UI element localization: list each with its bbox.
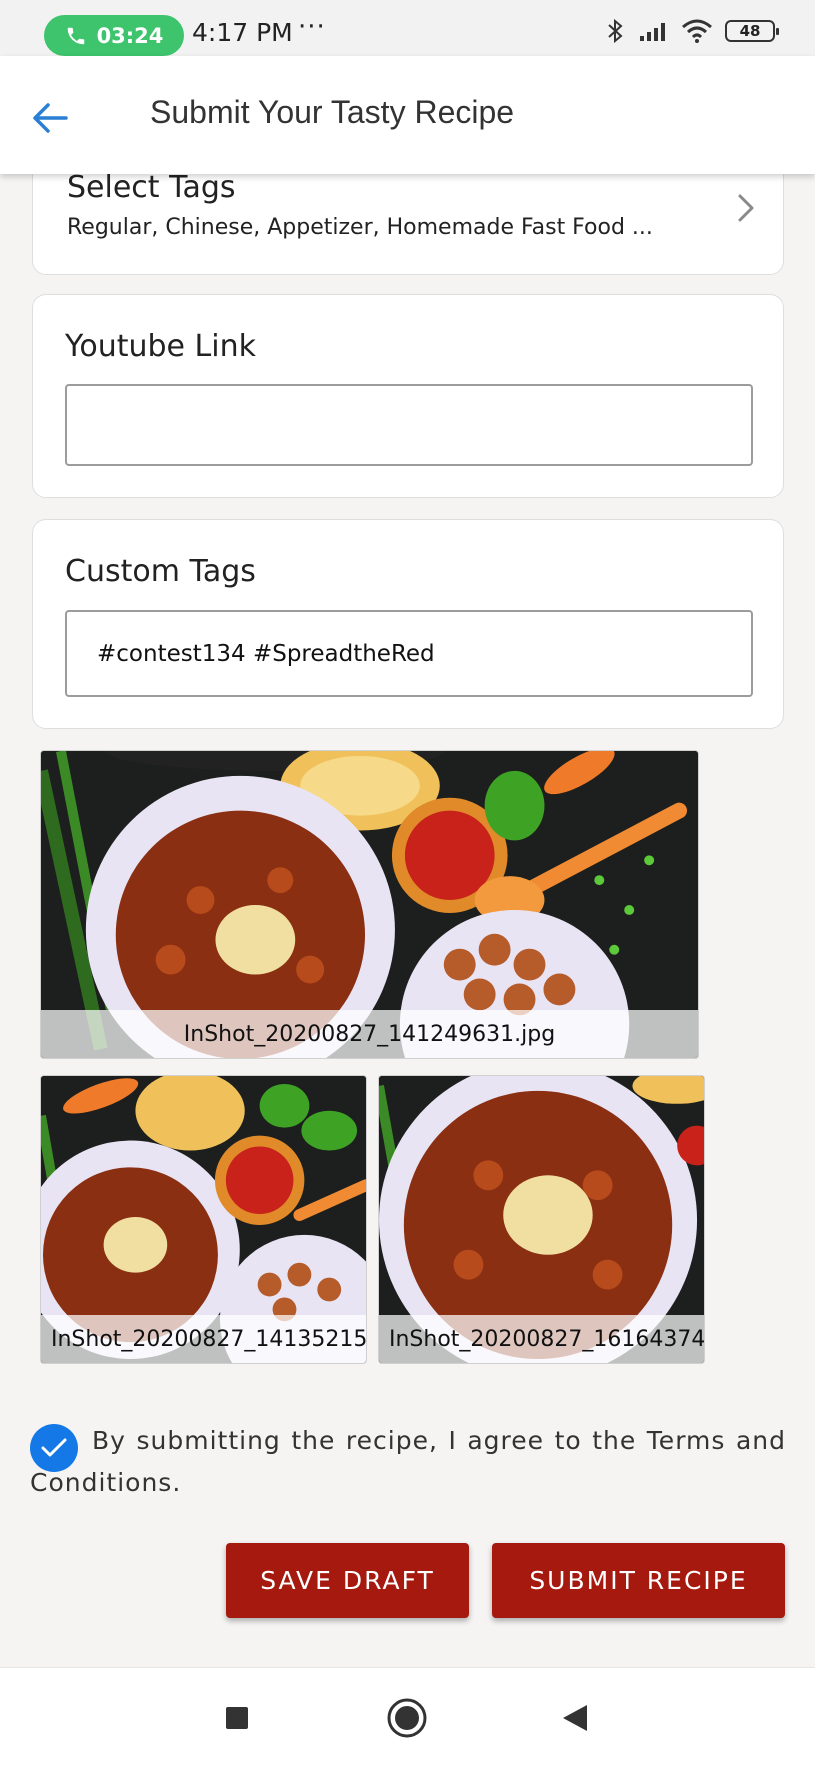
save-draft-button[interactable]: SAVE DRAFT [226, 1543, 469, 1618]
custom-tags-card: Custom Tags [32, 519, 784, 729]
status-icons: 48 [605, 18, 779, 44]
recipe-image-3[interactable]: InShot_20200827_16164374 [378, 1075, 705, 1364]
battery-icon: 48 [725, 20, 779, 42]
bluetooth-icon [608, 18, 623, 44]
triangle-back-icon [563, 1705, 587, 1731]
image-filename: InShot_20200827_14135215 [41, 1315, 366, 1363]
recipe-image-2[interactable]: InShot_20200827_14135215 [40, 1075, 367, 1364]
terms-text: By submitting the recipe, I agree to the… [30, 1426, 786, 1497]
wifi-icon [682, 19, 712, 43]
nav-back-button[interactable] [550, 1693, 600, 1743]
terms-checkbox[interactable] [30, 1424, 78, 1472]
chevron-right-icon [738, 194, 754, 222]
checkmark-icon [41, 1438, 67, 1457]
signal-icon [640, 23, 665, 41]
select-tags-title: Select Tags [67, 170, 236, 205]
back-button[interactable] [22, 90, 78, 146]
custom-tags-label: Custom Tags [65, 554, 256, 589]
app-bar: Submit Your Tasty Recipe [0, 56, 815, 174]
status-time: 4:17 PM [192, 18, 293, 47]
ongoing-call-pill[interactable]: 03:24 [44, 15, 184, 56]
call-timer: 03:24 [96, 23, 164, 48]
status-bar: 03:24 4:17 PM ··· 48 [0, 0, 815, 56]
selected-tags-value: Regular, Chinese, Appetizer, Homemade Fa… [67, 215, 653, 240]
image-filename: InShot_20200827_16164374 [379, 1315, 704, 1363]
battery-level: 48 [739, 22, 761, 40]
system-nav-bar [0, 1667, 815, 1765]
recents-button[interactable] [212, 1693, 262, 1743]
submit-recipe-button[interactable]: SUBMIT RECIPE [492, 1543, 785, 1618]
image-filename: InShot_20200827_141249631.jpg [41, 1010, 698, 1058]
home-button[interactable] [382, 1693, 432, 1743]
youtube-link-label: Youtube Link [65, 329, 256, 364]
phone-icon [67, 27, 84, 44]
circle-icon [387, 1698, 427, 1738]
custom-tags-input[interactable] [65, 610, 753, 697]
youtube-link-input[interactable] [65, 384, 753, 466]
square-icon [226, 1707, 248, 1729]
status-more-indicator: ··· [298, 12, 326, 42]
page-title: Submit Your Tasty Recipe [150, 94, 515, 130]
terms-agreement: By submitting the recipe, I agree to the… [30, 1420, 786, 1504]
youtube-link-card: Youtube Link [32, 294, 784, 498]
recipe-image-1[interactable]: InShot_20200827_141249631.jpg [40, 750, 699, 1059]
arrow-left-icon [33, 103, 68, 133]
